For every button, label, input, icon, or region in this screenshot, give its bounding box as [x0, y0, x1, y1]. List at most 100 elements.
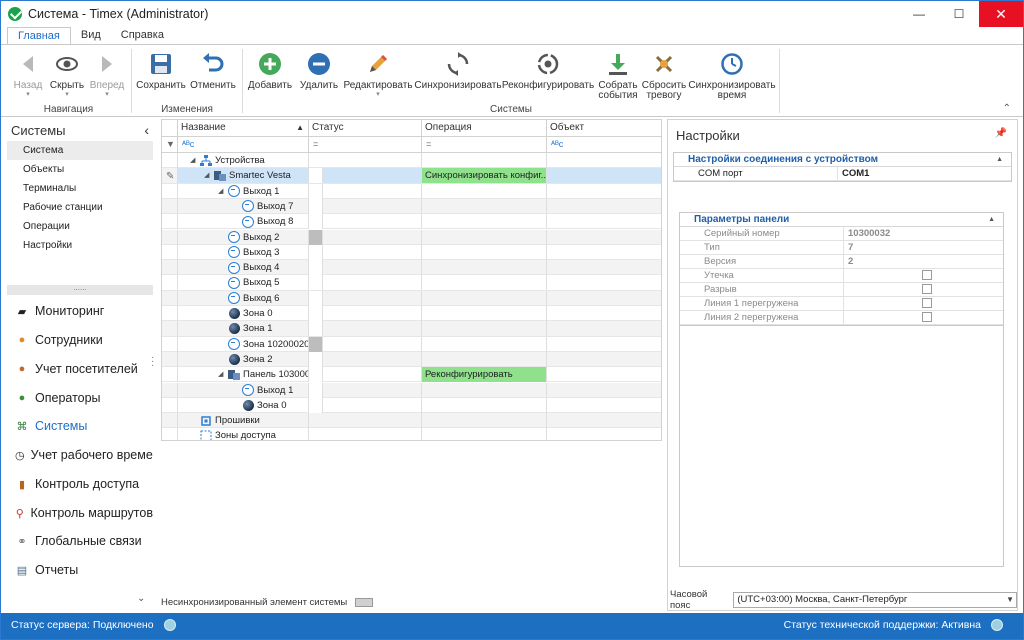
table-row[interactable]: Выход 1	[162, 382, 661, 398]
leak-checkbox[interactable]	[922, 270, 932, 280]
column-header-name[interactable]: Название ▲	[178, 120, 309, 137]
cell-name[interactable]: Выход 6	[178, 290, 309, 306]
cell-name[interactable]: Зона 1	[178, 321, 309, 337]
collapse-icon[interactable]: ▲	[988, 213, 995, 226]
nav-item-terminals[interactable]: Терминалы	[7, 179, 153, 198]
cell-name[interactable]: Выход 5	[178, 275, 309, 291]
cell-name[interactable]: Прошивки	[178, 413, 309, 429]
cell-name[interactable]: ◢ Устройства	[178, 153, 309, 168]
table-row[interactable]: Выход 4	[162, 260, 661, 276]
cancel-button[interactable]: Отменить	[190, 47, 236, 91]
sync-button[interactable]: Синхронизировать	[414, 47, 502, 91]
table-row[interactable]: Зона 10200020	[162, 336, 661, 352]
break-checkbox[interactable]	[922, 284, 932, 294]
line1-checkbox[interactable]	[922, 298, 932, 308]
module-visitors[interactable]: ● Учет посетителей	[7, 355, 153, 383]
tab-view[interactable]: Вид	[71, 27, 111, 45]
nav-item-operations[interactable]: Операции	[7, 217, 153, 236]
table-row[interactable]: Зона 2	[162, 351, 661, 368]
reconfigure-button[interactable]: Реконфигурировать	[502, 47, 594, 91]
cell-name[interactable]: Зоны доступа	[178, 428, 309, 440]
connection-settings-title[interactable]: Настройки соединения с устройством ▲	[674, 153, 1011, 167]
cell-name[interactable]: Выход 7	[178, 198, 309, 214]
cell-name[interactable]: ◢ Панель 103000...	[178, 367, 309, 383]
table-row[interactable]: Выход 6	[162, 290, 661, 306]
timezone-select[interactable]: (UTC+03:00) Москва, Санкт-Петербург ▼	[733, 592, 1017, 608]
forward-button[interactable]: Вперед ▾	[89, 47, 125, 98]
module-systems[interactable]: ⌘ Системы	[7, 412, 153, 440]
filter-status-input[interactable]: =	[309, 137, 422, 153]
nav-item-objects[interactable]: Объекты	[7, 160, 153, 179]
delete-button[interactable]: Удалить	[297, 47, 341, 91]
back-button[interactable]: Назад ▾	[13, 47, 43, 98]
panel-params-title[interactable]: Параметры панели ▲	[680, 213, 1003, 227]
tree-expander-icon[interactable]: ◢	[190, 153, 200, 168]
add-button[interactable]: Добавить	[248, 47, 292, 91]
reset-alarm-button[interactable]: Сбросить тревогу	[642, 47, 686, 101]
module-monitoring[interactable]: ▰ Мониторинг	[7, 297, 153, 325]
nav-item-settings[interactable]: Настройки	[7, 236, 153, 255]
column-header-status[interactable]: Статус	[309, 120, 422, 137]
cell-name[interactable]: Зона 0	[178, 306, 309, 321]
table-row[interactable]: Выход 3	[162, 244, 661, 261]
collapse-left-icon[interactable]: ‹	[144, 122, 149, 138]
column-header-object[interactable]: Объект	[547, 120, 661, 137]
table-row[interactable]: Зона 0	[162, 306, 661, 322]
table-row[interactable]: ✎ ◢ Smartec Vesta Синхронизировать конфиг..…	[162, 168, 661, 184]
table-row[interactable]: Прошивки	[162, 413, 661, 429]
nav-item-system[interactable]: Система	[7, 141, 153, 160]
cell-name[interactable]: Выход 3	[178, 244, 309, 260]
sync-time-button[interactable]: Синхронизировать время	[688, 47, 776, 101]
cell-name[interactable]: Выход 8	[178, 214, 309, 230]
minimize-button[interactable]: —	[899, 1, 939, 27]
maximize-button[interactable]: ☐	[939, 1, 979, 27]
cell-name[interactable]: Выход 2	[178, 229, 309, 245]
collapse-ribbon-icon[interactable]: ⌃	[1003, 103, 1011, 114]
cell-name[interactable]: Зона 2	[178, 351, 309, 367]
save-button[interactable]: Сохранить	[136, 47, 186, 91]
module-time-tracking[interactable]: ◷ Учет рабочего времени	[7, 441, 153, 469]
edit-button[interactable]: Редактировать ▾	[343, 47, 413, 98]
line2-checkbox[interactable]	[922, 312, 932, 322]
pin-icon[interactable]: 📌	[995, 128, 1007, 139]
filter-operation-input[interactable]: =	[422, 137, 547, 153]
table-row[interactable]: ◢ Панель 103000... Реконфигурировать	[162, 367, 661, 383]
close-button[interactable]: ✕	[979, 1, 1023, 27]
filter-name-input[interactable]: ᴬᴮc	[178, 137, 309, 153]
chevron-down-icon[interactable]: ⌄	[137, 593, 145, 604]
com-port-value[interactable]: COM1	[838, 167, 869, 180]
cell-name[interactable]: ◢ Smartec Vesta	[178, 168, 309, 184]
nav-item-workstations[interactable]: Рабочие станции	[7, 198, 153, 217]
module-route-control[interactable]: ⚲ Контроль маршрутов	[7, 499, 153, 527]
module-global-links[interactable]: ⚭ Глобальные связи	[7, 527, 153, 555]
nav-splitter[interactable]: ......	[7, 284, 153, 295]
tree-expander-icon[interactable]: ◢	[218, 367, 228, 382]
table-row[interactable]: ◢ Выход 1	[162, 183, 661, 199]
hide-button[interactable]: Скрыть ▾	[49, 47, 85, 98]
tab-help[interactable]: Справка	[111, 27, 174, 45]
module-reports[interactable]: ▤ Отчеты	[7, 556, 153, 584]
collapse-icon[interactable]: ▲	[996, 153, 1003, 166]
table-row[interactable]: Выход 7	[162, 198, 661, 215]
tree-expander-icon[interactable]: ◢	[218, 184, 228, 199]
table-row[interactable]: Зона 1	[162, 321, 661, 337]
table-row[interactable]: Зона 0	[162, 397, 661, 414]
module-access-control[interactable]: ▮ Контроль доступа	[7, 470, 153, 498]
tree-expander-icon[interactable]: ◢	[204, 168, 214, 183]
table-row[interactable]: Выход 8	[162, 214, 661, 230]
column-header-operation[interactable]: Операция	[422, 120, 547, 137]
cell-name[interactable]: Зона 0	[178, 397, 309, 413]
table-row[interactable]: Выход 2	[162, 229, 661, 245]
cell-name[interactable]: ◢ Выход 1	[178, 183, 309, 199]
table-row[interactable]: ◢ Устройства	[162, 153, 661, 169]
table-row[interactable]: Выход 5	[162, 275, 661, 291]
module-operators[interactable]: ● Операторы	[7, 384, 153, 412]
cell-name[interactable]: Зона 10200020	[178, 336, 309, 352]
splitter-grip-icon[interactable]: · · ·	[151, 353, 155, 371]
module-employees[interactable]: ● Сотрудники	[7, 326, 153, 354]
collect-events-button[interactable]: Собрать события	[597, 47, 639, 101]
cell-name[interactable]: Выход 1	[178, 382, 309, 398]
cell-name[interactable]: Выход 4	[178, 260, 309, 276]
table-row[interactable]: Зоны доступа	[162, 428, 661, 440]
filter-object-input[interactable]: ᴬᴮc	[547, 137, 661, 153]
